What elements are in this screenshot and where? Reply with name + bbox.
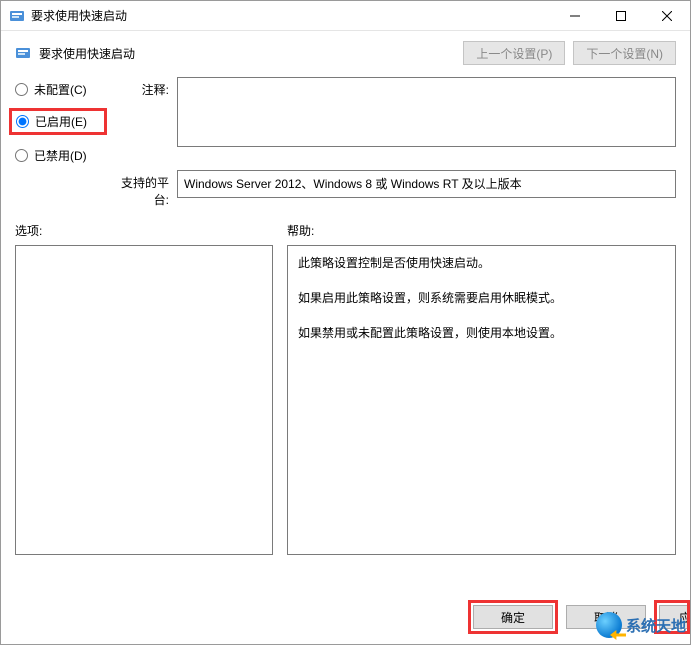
- policy-title: 要求使用快速启动: [39, 45, 463, 62]
- dialog-footer: 确定 取消 应用(A): [468, 600, 690, 634]
- options-box[interactable]: [15, 245, 273, 555]
- minimize-button[interactable]: [552, 1, 598, 31]
- dialog-body: 未配置(C) 已启用(E) 已禁用(D) 注释:: [1, 73, 690, 208]
- highlight-ok: 确定: [468, 600, 558, 634]
- options-label: 选项:: [15, 222, 273, 245]
- radio-disabled-input[interactable]: [15, 149, 28, 162]
- help-box[interactable]: 此策略设置控制是否使用快速启动。 如果启用此策略设置，则系统需要启用休眠模式。 …: [287, 245, 676, 555]
- titlebar: 要求使用快速启动: [1, 1, 690, 31]
- apply-button[interactable]: 应用(A): [659, 605, 690, 629]
- radio-enabled[interactable]: 已启用(E): [16, 113, 100, 130]
- radio-not-configured-input[interactable]: [15, 83, 28, 96]
- window-title: 要求使用快速启动: [31, 7, 552, 24]
- close-button[interactable]: [644, 1, 690, 31]
- radio-enabled-label: 已启用(E): [35, 113, 87, 130]
- cancel-button[interactable]: 取消: [566, 605, 646, 629]
- header-row: 要求使用快速启动 上一个设置(P) 下一个设置(N): [1, 31, 690, 73]
- supported-platform-text: Windows Server 2012、Windows 8 或 Windows …: [184, 177, 522, 191]
- lower-columns: 选项: 帮助: 此策略设置控制是否使用快速启动。 如果启用此策略设置，则系统需要…: [1, 222, 690, 555]
- supported-platform-box: Windows Server 2012、Windows 8 或 Windows …: [177, 170, 676, 198]
- help-label: 帮助:: [287, 222, 676, 245]
- comment-textarea[interactable]: [177, 77, 676, 147]
- dialog-window: 要求使用快速启动 要求使用快速启动 上一个设置(P) 下一个设置(N) 未配置(…: [0, 0, 691, 645]
- help-paragraph: 如果禁用或未配置此策略设置，则使用本地设置。: [298, 324, 665, 343]
- help-paragraph: 此策略设置控制是否使用快速启动。: [298, 254, 665, 273]
- state-radio-group: 未配置(C) 已启用(E) 已禁用(D): [15, 77, 107, 164]
- platform-label: 支持的平台:: [107, 170, 177, 208]
- radio-not-configured-label: 未配置(C): [34, 81, 87, 98]
- maximize-button[interactable]: [598, 1, 644, 31]
- radio-disabled-label: 已禁用(D): [34, 147, 87, 164]
- ok-button[interactable]: 确定: [473, 605, 553, 629]
- highlight-enabled: 已启用(E): [9, 108, 107, 135]
- app-icon: [9, 8, 25, 24]
- highlight-apply: 应用(A): [654, 600, 690, 634]
- policy-icon: [15, 45, 31, 61]
- comment-label: 注释:: [107, 77, 177, 164]
- radio-disabled[interactable]: 已禁用(D): [15, 147, 107, 164]
- radio-enabled-input[interactable]: [16, 115, 29, 128]
- next-setting-button[interactable]: 下一个设置(N): [573, 41, 676, 65]
- help-paragraph: 如果启用此策略设置，则系统需要启用休眠模式。: [298, 289, 665, 308]
- previous-setting-button[interactable]: 上一个设置(P): [463, 41, 565, 65]
- radio-not-configured[interactable]: 未配置(C): [15, 81, 107, 98]
